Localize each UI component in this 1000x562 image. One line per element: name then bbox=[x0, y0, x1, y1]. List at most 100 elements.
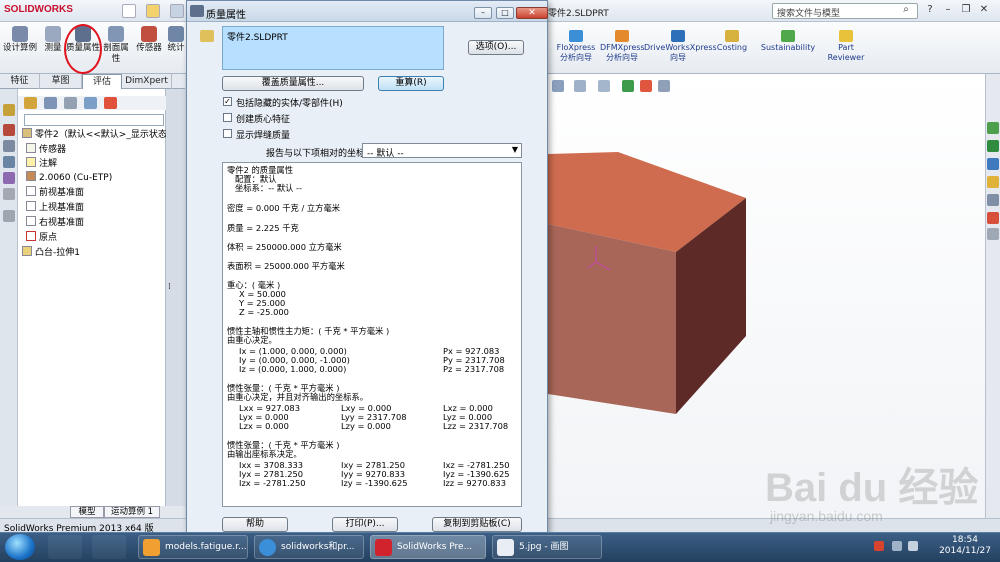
tab-model[interactable]: 模型 bbox=[70, 506, 104, 518]
minimize-icon[interactable]: – bbox=[940, 3, 956, 18]
tree-item-material[interactable]: 2.0060 (Cu-ETP) bbox=[26, 171, 112, 185]
view-palette-icon[interactable] bbox=[3, 156, 15, 168]
custom-properties-icon[interactable] bbox=[3, 188, 15, 200]
report-density: 密度 = 0.000 千克 / 立方毫米 bbox=[227, 203, 341, 213]
create-com-checkbox[interactable] bbox=[223, 113, 232, 122]
taskbar-item-browser[interactable]: solidworks和pr... bbox=[254, 535, 364, 559]
taskbar-item-pdf[interactable]: models.fatigue.r... bbox=[138, 535, 248, 559]
mass-report-text[interactable]: 零件2 的质量属性 配置：默认 坐标系：-- 默认 -- 密度 = 0.000 … bbox=[222, 162, 522, 507]
view-orientation-icon[interactable] bbox=[574, 80, 586, 92]
folder-icon[interactable] bbox=[3, 140, 15, 152]
print-button[interactable]: 打印(P)... bbox=[332, 517, 398, 532]
sustainability-button[interactable]: Sustainability bbox=[760, 30, 816, 53]
sensor-button[interactable]: 传感器 bbox=[134, 26, 164, 54]
tree-item-annotations[interactable]: 注解 bbox=[26, 157, 57, 171]
search-icon[interactable]: ⌕ bbox=[896, 4, 916, 18]
help-icon[interactable]: ? bbox=[922, 3, 938, 18]
zoom-fit-icon[interactable] bbox=[552, 80, 564, 92]
start-button[interactable] bbox=[5, 534, 35, 560]
show-weld-mass-checkbox[interactable] bbox=[223, 129, 232, 138]
solidworks-logo: SOLIDWORKS bbox=[4, 4, 73, 15]
tray-app-icon[interactable] bbox=[874, 541, 884, 551]
floxpress-button[interactable]: FloXpress 分析向导 bbox=[552, 30, 600, 63]
search-pane-icon[interactable] bbox=[987, 194, 999, 206]
tree-item-boss-extrude[interactable]: 凸台-拉伸1 bbox=[22, 246, 80, 260]
tree-filter-input[interactable] bbox=[24, 114, 164, 126]
restore-icon[interactable]: ❐ bbox=[958, 3, 974, 18]
appearance-edit-icon[interactable] bbox=[640, 80, 652, 92]
custom-props-icon[interactable] bbox=[987, 228, 999, 240]
costing-button[interactable]: Costing bbox=[714, 30, 750, 53]
splitter-grip-icon[interactable]: ⁞ bbox=[168, 282, 174, 300]
tree-item-top-plane[interactable]: 上视基准面 bbox=[26, 201, 84, 215]
view-settings-icon[interactable] bbox=[658, 80, 670, 92]
property-manager-icon[interactable] bbox=[44, 97, 57, 109]
show-weld-mass-label: 显示焊缝质量 bbox=[236, 131, 291, 141]
panel-splitter[interactable] bbox=[166, 89, 186, 513]
part-icon bbox=[22, 128, 32, 138]
tree-item-sensors[interactable]: 传感器 bbox=[26, 143, 66, 157]
floxpress-icon bbox=[569, 30, 583, 42]
display-manager-icon[interactable] bbox=[104, 97, 117, 109]
recalculate-button[interactable]: 重算(R) bbox=[378, 76, 444, 91]
selected-items-list[interactable]: 零件2.SLDPRT bbox=[222, 26, 444, 70]
network-icon[interactable] bbox=[892, 541, 902, 551]
save-icon[interactable] bbox=[170, 4, 184, 18]
appearance-icon[interactable] bbox=[3, 172, 15, 184]
dimxpert-manager-icon[interactable] bbox=[84, 97, 97, 109]
graphics-viewport[interactable] bbox=[548, 74, 985, 518]
file-explorer-icon[interactable] bbox=[987, 176, 999, 188]
selected-part[interactable]: 零件2.SLDPRT bbox=[227, 33, 288, 43]
report-area: 表面积 = 25000.000 平方毫米 bbox=[227, 261, 345, 271]
part-reviewer-button[interactable]: Part Reviewer bbox=[824, 30, 868, 63]
tab-features[interactable]: 特征 bbox=[0, 74, 40, 89]
dialog-maximize-button[interactable]: □ bbox=[496, 7, 514, 19]
display-style-icon[interactable] bbox=[598, 80, 610, 92]
home-pane-icon[interactable] bbox=[987, 140, 999, 152]
new-file-icon[interactable] bbox=[122, 4, 136, 18]
tree-item-front-plane[interactable]: 前视基准面 bbox=[26, 186, 84, 200]
tree-item-right-plane[interactable]: 右视基准面 bbox=[26, 216, 84, 230]
resources-icon[interactable] bbox=[987, 122, 999, 134]
section-properties-button[interactable]: 剖面属性 bbox=[102, 26, 130, 65]
part-model[interactable] bbox=[548, 74, 985, 518]
scene-icon[interactable] bbox=[622, 80, 634, 92]
open-folder-icon[interactable] bbox=[146, 4, 160, 18]
measure-button[interactable]: 测量 bbox=[40, 26, 66, 54]
copy-clipboard-button[interactable]: 复制到剪贴板(C) bbox=[432, 517, 522, 532]
help-button[interactable]: 帮助 bbox=[222, 517, 288, 532]
tree-item-origin[interactable]: 原点 bbox=[26, 231, 57, 245]
browser-icon bbox=[259, 539, 276, 556]
coord-system-select[interactable]: -- 默认 -- ▼ bbox=[362, 143, 522, 159]
taskbar-item-paint[interactable]: 5.jpg - 画图 bbox=[492, 535, 602, 559]
plane-icon bbox=[26, 216, 36, 226]
home-icon[interactable] bbox=[3, 124, 15, 136]
dialog-minimize-button[interactable]: – bbox=[474, 7, 492, 19]
feature-manager-icon[interactable] bbox=[24, 97, 37, 109]
dfmxpress-button[interactable]: DFMXpress 分析向导 bbox=[600, 30, 645, 63]
library-icon[interactable] bbox=[3, 210, 15, 222]
system-clock[interactable]: 18:54 2014/11/27 bbox=[935, 535, 995, 557]
driveworksxpress-button[interactable]: DriveWorksXpress 向导 bbox=[644, 30, 717, 63]
block-front-face[interactable] bbox=[548, 224, 676, 414]
dialog-close-button[interactable]: ✕ bbox=[516, 7, 548, 19]
close-icon[interactable]: ✕ bbox=[976, 3, 992, 18]
config-manager-icon[interactable] bbox=[64, 97, 77, 109]
design-library-icon[interactable] bbox=[987, 158, 999, 170]
volume-icon[interactable] bbox=[908, 541, 918, 551]
pinned-app-icon[interactable] bbox=[48, 535, 82, 559]
tab-motion-study[interactable]: 运动算例 1 bbox=[104, 506, 160, 518]
appearances-icon[interactable] bbox=[987, 212, 999, 224]
design-study-button[interactable]: 设计算例 bbox=[2, 26, 38, 54]
include-hidden-checkbox[interactable]: ✓ bbox=[223, 97, 232, 106]
options-button[interactable]: 选项(O)... bbox=[468, 40, 524, 55]
tree-root[interactable]: 零件2（默认<<默认>_显示状态 bbox=[22, 128, 167, 142]
explorer-icon[interactable] bbox=[92, 535, 126, 559]
pin-icon[interactable] bbox=[3, 104, 15, 116]
override-mass-button[interactable]: 覆盖质量属性... bbox=[222, 76, 364, 91]
tab-sketch[interactable]: 草图 bbox=[40, 74, 82, 89]
statistics-button[interactable]: 统计 bbox=[166, 26, 186, 54]
taskbar-item-solidworks[interactable]: SolidWorks Pre... bbox=[370, 535, 486, 559]
tab-dimxpert[interactable]: DimXpert bbox=[122, 74, 172, 89]
tab-evaluate[interactable]: 评估 bbox=[82, 74, 122, 89]
